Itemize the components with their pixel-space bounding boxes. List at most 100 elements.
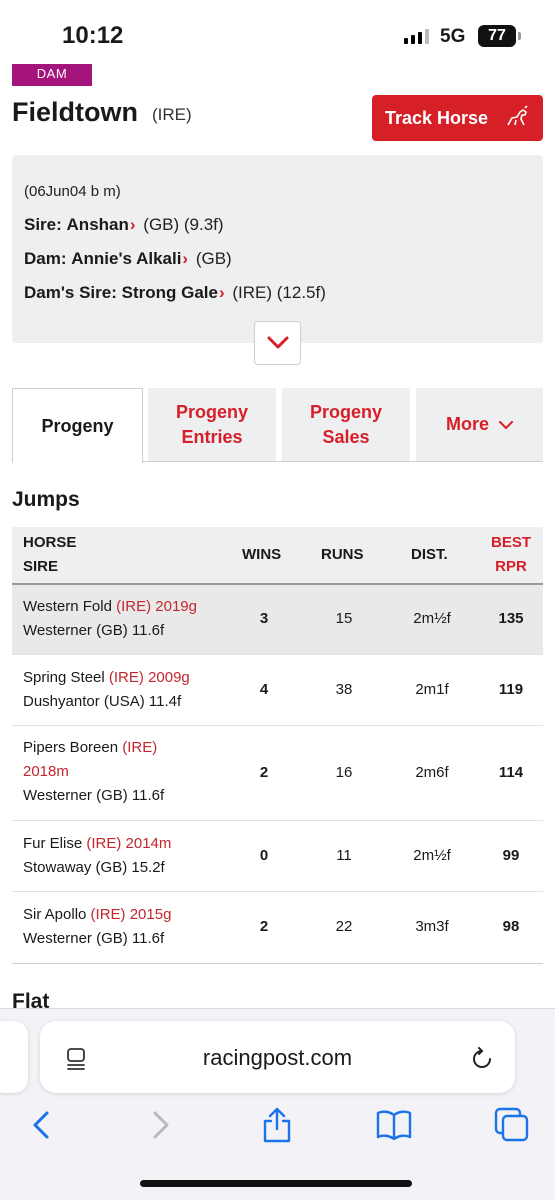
- horse-country: (IRE): [108, 669, 144, 686]
- chevron-right-icon[interactable]: ›: [130, 215, 136, 234]
- col-best-rpr-header[interactable]: BEST RPR: [490, 531, 532, 579]
- forward-icon[interactable]: [140, 1105, 180, 1145]
- wins-cell: 2: [259, 918, 269, 935]
- tabs-icon[interactable]: [492, 1105, 532, 1145]
- wins-cell: 2: [259, 764, 269, 781]
- dam-label: Dam:: [24, 249, 67, 268]
- horse-link[interactable]: Pipers Boreen: [23, 739, 118, 756]
- sire-text: Stowaway (GB) 15.2f: [23, 859, 165, 876]
- col-dist-header[interactable]: DIST.: [411, 543, 448, 567]
- pedigree-sire: Sire: Anshan› (GB) (9.3f): [24, 215, 224, 235]
- battery-icon: 77: [478, 25, 516, 47]
- pedigree-dob: (06Jun04 b m): [24, 183, 121, 200]
- track-horse-button[interactable]: Track Horse: [372, 95, 543, 141]
- table-row[interactable]: Western Fold (IRE) 2019g Westerner (GB) …: [12, 585, 543, 655]
- horse-cell: Fur Elise (IRE) 2014m Stowaway (GB) 15.2…: [23, 832, 233, 880]
- signal-icon: [404, 28, 429, 44]
- horse-cell: Pipers Boreen (IRE) 2018m Westerner (GB)…: [23, 736, 193, 808]
- dam-link[interactable]: Annie's Alkali: [71, 249, 181, 268]
- address-bar[interactable]: racingpost.com: [40, 1021, 515, 1093]
- runs-cell: 22: [335, 918, 353, 935]
- table-header: HORSE SIRE WINS RUNS DIST. BEST RPR: [12, 527, 543, 585]
- horse-cell: Spring Steel (IRE) 2009g Dushyantor (USA…: [23, 666, 233, 714]
- pedigree-panel: (06Jun04 b m) Sire: Anshan› (GB) (9.3f) …: [12, 155, 543, 365]
- dist-cell: 2m½f: [413, 610, 451, 627]
- col-rpr-label: RPR: [495, 558, 527, 575]
- previous-tab-peek[interactable]: [0, 1021, 28, 1093]
- tab-sales-line1: Progeny: [309, 401, 383, 422]
- sire-text: Westerner (GB) 11.6f: [23, 787, 165, 804]
- horse-cell: Western Fold (IRE) 2019g Westerner (GB) …: [23, 595, 233, 643]
- damsire-label: Dam's Sire:: [24, 283, 117, 302]
- chevron-right-icon[interactable]: ›: [182, 249, 188, 268]
- dist-cell: 2m½f: [413, 847, 451, 864]
- battery-nub: [518, 32, 521, 40]
- tab-more[interactable]: More: [416, 388, 543, 462]
- section-title-jumps: Jumps: [12, 488, 80, 511]
- horse-country: (IRE): [152, 105, 192, 124]
- wins-cell: 3: [259, 610, 269, 627]
- horse-cell: Sir Apollo (IRE) 2015g Westerner (GB) 11…: [23, 903, 233, 951]
- col-horse-header[interactable]: HORSE SIRE: [23, 531, 76, 579]
- sire-text: Westerner (GB) 11.6f: [23, 622, 165, 639]
- chevron-down-icon: [499, 420, 513, 429]
- expand-pedigree-button[interactable]: [254, 321, 301, 365]
- dist-cell: 2m6f: [415, 764, 449, 781]
- sire-link[interactable]: Anshan: [67, 215, 129, 234]
- horse-info: 2018m: [23, 763, 69, 780]
- network-label: 5G: [440, 26, 466, 47]
- table-row[interactable]: Pipers Boreen (IRE) 2018m Westerner (GB)…: [12, 726, 543, 821]
- chevron-right-icon[interactable]: ›: [219, 283, 225, 302]
- rpr-cell: 119: [498, 681, 524, 698]
- dist-cell: 2m1f: [415, 681, 449, 698]
- horse-link[interactable]: Sir Apollo: [23, 906, 86, 923]
- dist-cell: 3m3f: [415, 918, 449, 935]
- horse-name: Fieldtown: [12, 97, 138, 127]
- dam-extra: (GB): [195, 249, 232, 268]
- horse-info: 2014m: [125, 835, 172, 852]
- horse-country: (IRE): [116, 598, 152, 615]
- damsire-extra: (IRE) (12.5f): [232, 283, 326, 302]
- tab-progeny[interactable]: Progeny: [12, 388, 143, 463]
- col-horse-label: HORSE: [23, 534, 77, 551]
- tab-progeny-label: Progeny: [41, 415, 114, 436]
- horse-icon: [507, 105, 528, 126]
- col-runs-header[interactable]: RUNS: [321, 543, 364, 567]
- tab-entries-line2: Entries: [181, 426, 243, 447]
- runs-cell: 15: [335, 610, 353, 627]
- horse-country: (IRE): [90, 906, 126, 923]
- table-row[interactable]: Fur Elise (IRE) 2014m Stowaway (GB) 15.2…: [12, 821, 543, 892]
- tab-progeny-entries[interactable]: Progeny Entries: [148, 388, 276, 462]
- chevron-down-icon: [267, 336, 289, 349]
- horse-link[interactable]: Spring Steel: [23, 669, 105, 686]
- reload-icon[interactable]: [469, 1046, 495, 1072]
- horse-link[interactable]: Western Fold: [23, 598, 112, 615]
- horse-country: (IRE): [122, 739, 158, 756]
- progeny-tabs: Progeny Progeny Entries Progeny Sales More: [12, 388, 543, 463]
- horse-info: 2015g: [129, 906, 172, 923]
- track-horse-label: Track Horse: [385, 107, 489, 128]
- dam-badge: DAM: [12, 64, 92, 86]
- table-row[interactable]: Sir Apollo (IRE) 2015g Westerner (GB) 11…: [12, 892, 543, 963]
- runs-cell: 38: [335, 681, 353, 698]
- rpr-cell: 114: [498, 764, 524, 781]
- col-wins-header[interactable]: WINS: [242, 543, 281, 567]
- horse-link[interactable]: Fur Elise: [23, 835, 82, 852]
- horse-info: 2019g: [155, 598, 197, 615]
- sire-text: Westerner (GB) 11.6f: [23, 930, 165, 947]
- status-time: 10:12: [62, 22, 124, 49]
- tab-progeny-sales[interactable]: Progeny Sales: [282, 388, 410, 462]
- sire-label: Sire:: [24, 215, 62, 234]
- home-indicator: [140, 1180, 412, 1187]
- table-divider: [12, 963, 543, 964]
- share-icon[interactable]: [257, 1105, 297, 1145]
- table-row[interactable]: Spring Steel (IRE) 2009g Dushyantor (USA…: [12, 655, 543, 726]
- horse-info: 2009g: [148, 669, 190, 686]
- url-text[interactable]: racingpost.com: [40, 1045, 515, 1071]
- back-icon[interactable]: [22, 1105, 62, 1145]
- tab-sales-line2: Sales: [322, 426, 370, 447]
- bookmarks-icon[interactable]: [374, 1105, 414, 1145]
- wins-cell: 0: [259, 847, 269, 864]
- sire-extra: (GB) (9.3f): [143, 215, 224, 234]
- damsire-link[interactable]: Strong Gale: [122, 283, 218, 302]
